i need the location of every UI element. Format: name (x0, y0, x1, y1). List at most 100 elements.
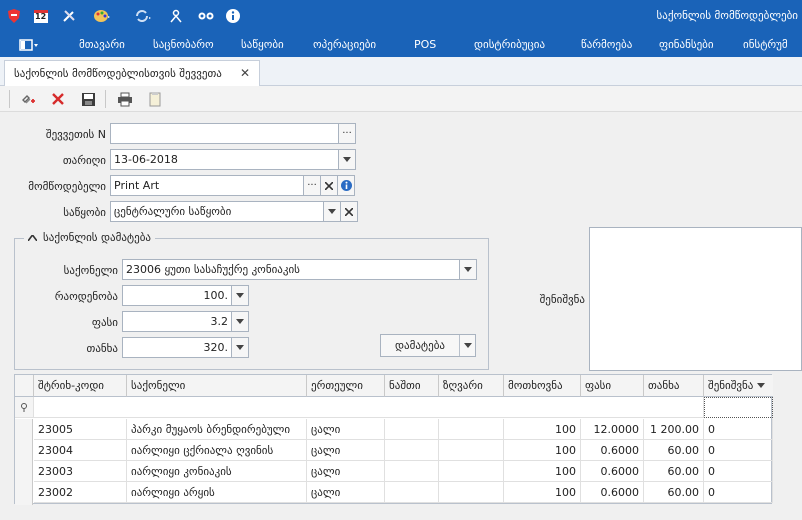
menu-item-distribution[interactable]: დისტრიბუცია (474, 38, 545, 51)
menu-item-instruments[interactable]: ინსტრუმ (743, 38, 788, 51)
column-header-note-label: შენიშვნა (708, 379, 754, 392)
chevron-down-icon (236, 345, 244, 350)
cell-stock (385, 482, 439, 503)
cell-stock (385, 461, 439, 482)
add-item-group-header[interactable]: საქონლის დამატება (24, 231, 155, 244)
quantity-label: რაოდენობა (54, 290, 118, 303)
column-header-item[interactable]: საქონელი (127, 375, 307, 397)
items-grid: შტრიხ-კოდი საქონელი ერთეული ნაშთი ზღვარი… (14, 374, 773, 505)
column-header-demand[interactable]: მოთხოვნა (504, 375, 581, 397)
chevron-down-icon (343, 157, 351, 162)
supplier-info-button[interactable] (337, 175, 355, 196)
column-header-limit[interactable]: ზღვარი (439, 375, 504, 397)
warehouse-dropdown-button[interactable] (323, 201, 341, 222)
filter-cell-note[interactable] (704, 397, 773, 418)
add-item-group-title: საქონლის დამატება (43, 231, 151, 244)
cell-note: 0 (704, 419, 773, 440)
quantity-dropdown-button[interactable] (231, 285, 249, 306)
menu-item-production[interactable]: წარმოება (581, 38, 632, 51)
chevron-down-icon (463, 343, 472, 348)
document-form: შევვეთის N ··· თარიღი 13-06-2018 მომწოდე… (0, 112, 802, 520)
warehouse-clear-button[interactable] (340, 201, 358, 222)
app-menu-button[interactable] (14, 36, 44, 54)
column-header-price[interactable]: ფასი (581, 375, 644, 397)
filter-row[interactable] (34, 397, 704, 418)
cell-note: 0 (704, 440, 773, 461)
price-input[interactable]: 3.2 (122, 311, 233, 332)
notes-textarea[interactable] (589, 227, 802, 371)
clipboard-icon[interactable] (145, 89, 165, 109)
cell-stock (385, 440, 439, 461)
grid-corner (15, 375, 34, 397)
palette-icon[interactable] (87, 7, 117, 25)
supplier-ellipsis-button[interactable]: ··· (303, 175, 321, 196)
document-toolbar (0, 86, 802, 112)
price-label: ფასი (91, 316, 118, 329)
cell-note: 0 (704, 482, 773, 503)
column-header-barcode[interactable]: შტრიხ-კოდი (34, 375, 127, 397)
toolbar-separator (105, 90, 106, 108)
warehouse-input[interactable]: ცენტრალური საწყობი (110, 201, 324, 222)
chevron-down-icon (236, 293, 244, 298)
refresh-icon[interactable] (128, 7, 158, 25)
cell-amount: 60.00 (644, 440, 704, 461)
cell-price: 0.6000 (581, 482, 644, 503)
column-header-unit[interactable]: ერთეული (307, 375, 385, 397)
info-icon (340, 180, 352, 191)
cell-unit: ცალი (307, 419, 385, 440)
document-tab-strip: საქონლის მომწოდებლისთვის შევვეთა ✕ (0, 57, 802, 86)
menu-item-operations[interactable]: ოპერაციები (313, 38, 376, 51)
user-icon[interactable] (167, 7, 185, 25)
order-no-ellipsis-button[interactable]: ··· (338, 123, 356, 144)
cell-stock (385, 419, 439, 440)
add-item-split-arrow[interactable] (460, 343, 475, 348)
glasses-icon[interactable] (196, 7, 216, 25)
close-icon (345, 207, 353, 216)
cell-amount: 1 200.00 (644, 419, 704, 440)
row-indicator-column (15, 419, 33, 505)
cell-limit (439, 440, 504, 461)
delete-icon[interactable] (48, 89, 68, 109)
print-icon[interactable] (115, 89, 135, 109)
save-icon[interactable] (78, 89, 98, 109)
warehouse-label: საწყობი (63, 206, 106, 219)
price-dropdown-button[interactable] (231, 311, 249, 332)
calendar-icon[interactable]: 12 (31, 7, 51, 25)
close-tab-icon[interactable]: ✕ (240, 66, 250, 80)
tools-icon[interactable] (59, 7, 79, 25)
menu-bar: მთავარი საცნობარო საწყობი ოპერაციები POS… (0, 33, 802, 57)
column-header-note[interactable]: შენიშვნა (704, 375, 773, 397)
column-header-stock[interactable]: ნაშთი (385, 375, 439, 397)
info-icon[interactable] (223, 7, 243, 25)
cell-item: იარლიყი კონიაკის (127, 461, 307, 482)
sum-dropdown-button[interactable] (231, 337, 249, 358)
menu-item-finance[interactable]: ფინანსები (659, 38, 714, 51)
pin-icon (21, 402, 27, 412)
shield-app-icon[interactable] (4, 7, 24, 25)
supplier-input[interactable]: Print Art (110, 175, 305, 196)
date-label: თარიღი (62, 154, 106, 167)
date-dropdown-button[interactable] (338, 149, 356, 170)
add-item-button[interactable]: დამატება (380, 334, 476, 357)
menu-item-catalogs[interactable]: საცნობარო (153, 38, 214, 51)
sum-input[interactable]: 320. (122, 337, 233, 358)
add-link-icon[interactable] (18, 89, 38, 109)
date-input[interactable]: 13-06-2018 (110, 149, 341, 170)
quantity-input[interactable]: 100. (122, 285, 233, 306)
cell-item: იარლიყი ცქრიალა ღვინის (127, 440, 307, 461)
tab-supplier-order[interactable]: საქონლის მომწოდებლისთვის შევვეთა ✕ (4, 60, 260, 86)
cell-demand: 100 (504, 482, 581, 503)
order-no-input[interactable] (110, 123, 339, 144)
chevron-down-icon (236, 319, 244, 324)
menu-item-main[interactable]: მთავარი (79, 38, 125, 51)
menu-item-warehouse[interactable]: საწყობი (241, 38, 284, 51)
close-icon (325, 181, 333, 190)
cell-amount: 60.00 (644, 482, 704, 503)
cell-unit: ცალი (307, 482, 385, 503)
item-input[interactable]: 23006 ყუთი სასაჩუქრე კონიაკის (122, 259, 463, 280)
supplier-clear-button[interactable] (320, 175, 338, 196)
column-header-amount[interactable]: თანხა (644, 375, 704, 397)
item-dropdown-button[interactable] (459, 259, 477, 280)
cell-unit: ცალი (307, 440, 385, 461)
menu-item-pos[interactable]: POS (414, 38, 436, 51)
